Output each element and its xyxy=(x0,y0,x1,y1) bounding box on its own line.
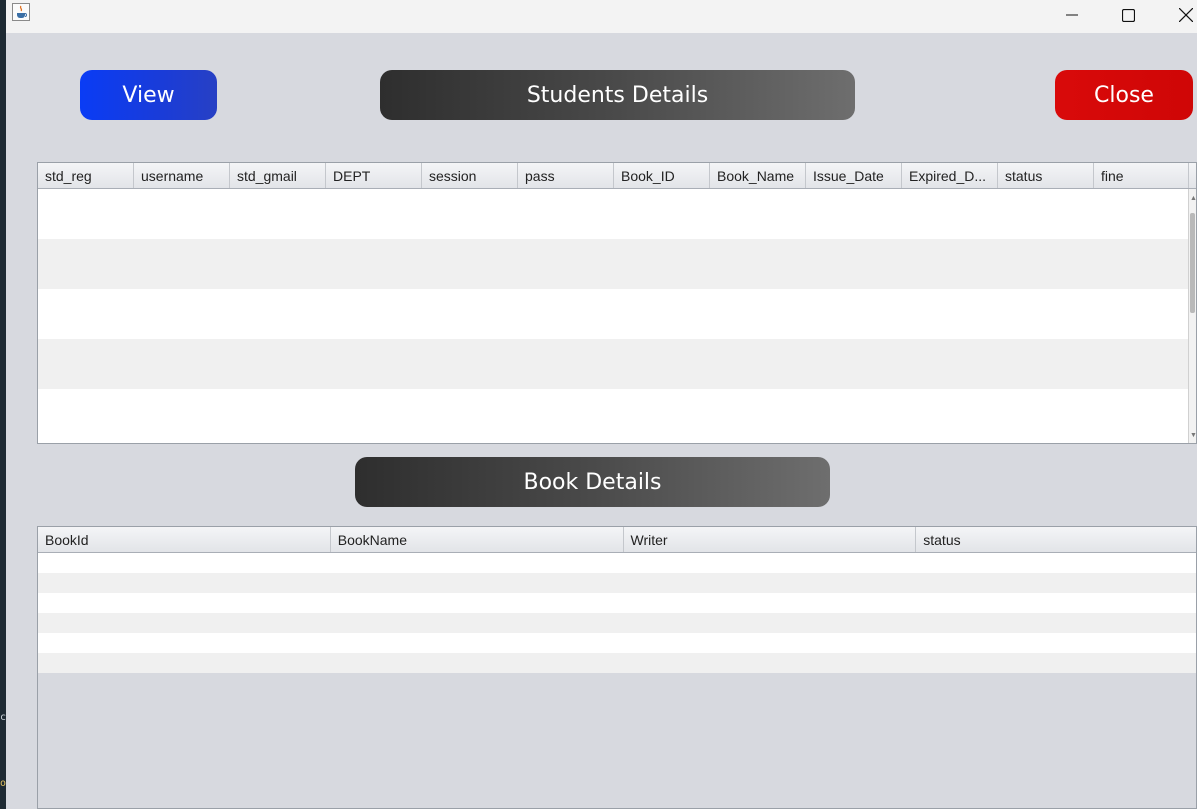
books-table-header: BookId BookName Writer status xyxy=(38,527,1196,553)
table-row[interactable] xyxy=(38,189,1190,239)
scrollbar-thumb[interactable] xyxy=(1190,213,1195,313)
column-header[interactable]: fine xyxy=(1094,163,1189,188)
table-row[interactable] xyxy=(38,593,1196,613)
column-header[interactable]: Expired_D... xyxy=(902,163,998,188)
table-row[interactable] xyxy=(38,553,1196,573)
students-table-header: std_reg username std_gmail DEPT session … xyxy=(38,163,1196,189)
students-table-body xyxy=(38,189,1196,439)
column-header[interactable]: pass xyxy=(518,163,614,188)
close-icon xyxy=(1179,8,1193,22)
close-button[interactable]: Close xyxy=(1055,70,1193,120)
scroll-up-icon[interactable]: ▲ xyxy=(1190,195,1196,202)
view-button[interactable]: View xyxy=(80,70,217,120)
column-header[interactable]: std_gmail xyxy=(230,163,326,188)
table-row[interactable] xyxy=(38,633,1196,653)
column-header[interactable]: BookName xyxy=(331,527,624,552)
column-header[interactable]: username xyxy=(134,163,230,188)
main-panel: View Students Details Close std_reg user… xyxy=(6,33,1197,809)
column-header[interactable]: session xyxy=(422,163,518,188)
column-header[interactable]: Issue_Date xyxy=(806,163,902,188)
table-row[interactable] xyxy=(38,239,1190,289)
table-row[interactable] xyxy=(38,613,1196,633)
column-header[interactable]: status xyxy=(916,527,1196,552)
column-header[interactable]: BookId xyxy=(38,527,331,552)
window-titlebar[interactable] xyxy=(6,0,1197,33)
table-row[interactable] xyxy=(38,339,1190,389)
window-close-button[interactable] xyxy=(1163,0,1197,30)
book-details-title: Book Details xyxy=(355,457,830,507)
books-table[interactable]: BookId BookName Writer status xyxy=(37,526,1197,809)
column-header[interactable]: Book_ID xyxy=(614,163,710,188)
minimize-button[interactable] xyxy=(1049,0,1095,30)
java-cup-icon xyxy=(12,3,30,21)
column-header[interactable]: status xyxy=(998,163,1094,188)
desktop-glyph: o xyxy=(0,778,7,789)
desktop-glyph: c xyxy=(0,712,7,723)
minimize-icon xyxy=(1066,14,1078,16)
students-details-title: Students Details xyxy=(380,70,855,120)
scroll-down-icon[interactable]: ▼ xyxy=(1190,432,1196,439)
table-row[interactable] xyxy=(38,289,1190,339)
column-header[interactable]: std_reg xyxy=(38,163,134,188)
books-table-body xyxy=(38,553,1196,673)
maximize-button[interactable] xyxy=(1105,0,1151,30)
students-table[interactable]: std_reg username std_gmail DEPT session … xyxy=(37,162,1197,444)
column-header[interactable]: Book_Name xyxy=(710,163,806,188)
table-row[interactable] xyxy=(38,653,1196,673)
table-row[interactable] xyxy=(38,389,1190,439)
students-table-scrollbar[interactable]: ▲ ▼ xyxy=(1188,189,1196,443)
column-header[interactable]: DEPT xyxy=(326,163,422,188)
column-header[interactable]: Writer xyxy=(624,527,917,552)
maximize-icon xyxy=(1121,8,1135,22)
table-row[interactable] xyxy=(38,573,1196,593)
